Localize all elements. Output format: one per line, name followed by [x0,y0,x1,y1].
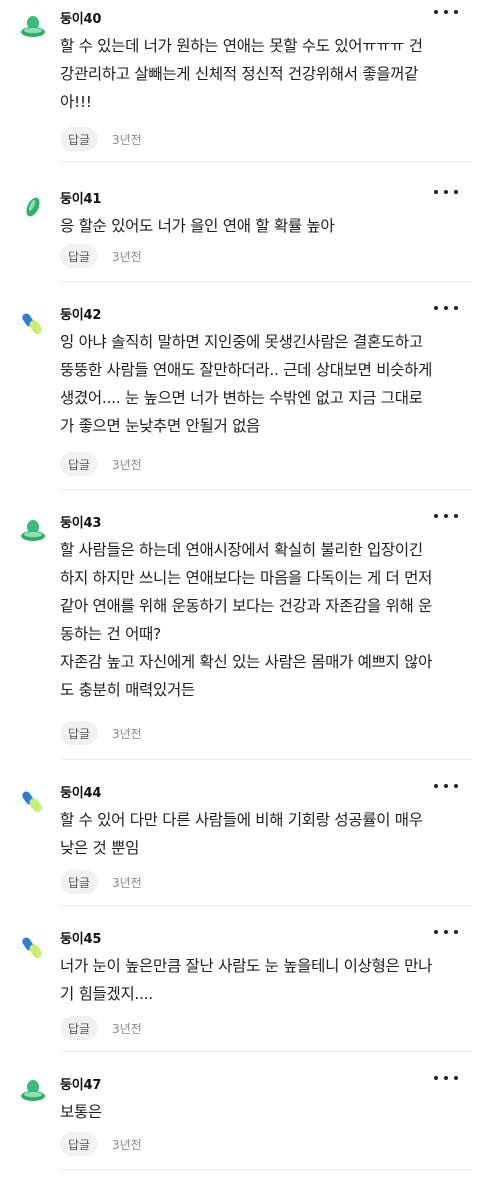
comment: 둥이41 응 할순 있어도 너가 을인 연애 할 확률 높아 답글 3년전 [0,170,480,282]
comment-list: 둥이40 할 수 있는데 너가 원하는 연애는 못할 수도 있어ㅠㅠㅠ 건 강관… [0,0,480,1181]
divider [60,281,472,282]
more-horizontal-icon [434,930,438,934]
comment-author: 둥이44 [60,786,102,801]
comment-meta: 답글 3년전 [60,452,142,476]
avatar[interactable] [18,10,48,40]
comment-meta: 답글 3년전 [60,721,142,745]
reply-button[interactable]: 답글 [60,452,98,476]
reply-button[interactable]: 답글 [60,244,98,268]
reply-button[interactable]: 답글 [60,1132,98,1156]
reply-button[interactable]: 답글 [60,721,98,745]
comment: 둥이44 할 수 있어 다만 다른 사람들에 비해 기회랑 성공률이 매우 낮은… [0,768,480,906]
comment-text-line: 낮은 것 뿐임 [60,839,140,857]
divider [60,489,472,490]
blue-lime-pills-icon [22,313,42,335]
comment-author: 둥이42 [60,308,102,323]
comment-text-line: 아!!! [60,93,92,111]
more-horizontal-icon [434,784,438,788]
comment-text-line: 가 좋으면 눈낮추면 안될거 없음 [60,417,260,435]
comment-author: 둥이47 [60,1078,102,1093]
comment-meta: 답글 3년전 [60,244,142,268]
more-horizontal-icon [434,306,438,310]
blue-lime-pills-icon [22,937,42,959]
more-options-button[interactable] [434,1070,458,1086]
more-options-button[interactable] [434,184,458,200]
divider [60,1051,472,1052]
comment: 둥이43 할 사람들은 하는데 연애시장에서 확실히 불리한 입장이긴 하지 하… [0,498,480,760]
comment-author: 둥이43 [60,516,102,531]
more-options-button[interactable] [434,300,458,316]
comment-meta: 답글 3년전 [60,127,142,151]
avatar[interactable] [18,308,48,338]
comment-text-line: 보통은 [60,1103,102,1121]
comment-text-line: 강관리하고 살빼는게 신체적 정신적 건강위해서 좋을꺼같 [60,65,419,83]
more-options-button[interactable] [434,924,458,940]
comment-text-line: 기 힘들겠지.... [60,985,153,1003]
green-saucer-icon [21,16,45,37]
comment-meta: 답글 3년전 [60,1132,142,1156]
comment-text-line: 응 할순 있어도 너가 을인 연애 할 확률 높아 [60,217,335,235]
divider [60,905,472,906]
comment-time: 3년전 [112,457,142,472]
comment-text-line: 생겼어.... 눈 높으면 너가 변하는 수밖엔 없고 지금 그대로 [60,389,423,407]
divider [60,161,472,162]
comment-body: 너가 눈이 높은만큼 잘난 사람도 눈 높을테니 이상형은 만나 기 힘들겠지.… [60,952,466,1008]
comment-time: 3년전 [112,249,142,264]
comment-time: 3년전 [112,132,142,147]
reply-button[interactable]: 답글 [60,1016,98,1040]
comment-text-line: 할 수 있는데 너가 원하는 연애는 못할 수도 있어ㅠㅠㅠ 건 [60,37,423,55]
more-options-button[interactable] [434,508,458,524]
comment-time: 3년전 [112,1021,142,1036]
comment: 둥이47 보통은 답글 3년전 [0,1060,480,1170]
comment-body: 잉 아냐 솔직히 말하면 지인중에 못생긴사람은 결혼도하고 뚱뚱한 사람들 연… [60,328,466,440]
more-horizontal-icon [434,190,438,194]
comment-body: 보통은 [60,1098,466,1126]
comment-text-line: 할 사람들은 하는데 연애시장에서 확실히 불리한 입장이긴 [60,541,423,559]
comment-body: 할 수 있어 다만 다른 사람들에 비해 기회랑 성공률이 매우 낮은 것 뿐임 [60,806,466,862]
green-saucer-icon [21,1080,45,1101]
comment-text-line: 잉 아냐 솔직히 말하면 지인중에 못생긴사람은 결혼도하고 [60,333,423,351]
comment-body: 할 사람들은 하는데 연애시장에서 확실히 불리한 입장이긴 하지 하지만 쓰니… [60,536,466,704]
comment: 둥이45 너가 눈이 높은만큼 잘난 사람도 눈 높을테니 이상형은 만나 기 … [0,914,480,1052]
divider [60,1169,472,1170]
more-horizontal-icon [434,514,438,518]
comment-text-line: 너가 눈이 높은만큼 잘난 사람도 눈 높을테니 이상형은 만나 [60,957,433,975]
avatar[interactable] [18,932,48,962]
comment: 둥이40 할 수 있는데 너가 원하는 연애는 못할 수도 있어ㅠㅠㅠ 건 강관… [0,0,480,162]
more-horizontal-icon [434,10,438,14]
reply-button[interactable]: 답글 [60,870,98,894]
comment-time: 3년전 [112,726,142,741]
comment: 둥이42 잉 아냐 솔직히 말하면 지인중에 못생긴사람은 결혼도하고 뚱뚱한 … [0,290,480,490]
divider [60,759,472,760]
comment-body: 할 수 있는데 너가 원하는 연애는 못할 수도 있어ㅠㅠㅠ 건 강관리하고 살… [60,32,466,116]
comment-text-line: 할 수 있어 다만 다른 사람들에 비해 기회랑 성공률이 매우 [60,811,423,829]
avatar[interactable] [18,514,48,544]
comment-text-line: 자존감 높고 자신에게 확신 있는 사람은 몸매가 예쁘지 않아 [60,653,433,671]
comment-time: 3년전 [112,875,142,890]
comment-text-line: 같아 연애를 위해 운동하기 보다는 건강과 자존감을 위해 운 [60,597,433,615]
comment-text-line: 뚱뚱한 사람들 연애도 잘만하더라.. 근데 상대보면 비슷하게 [60,361,433,379]
comment-meta: 답글 3년전 [60,1016,142,1040]
comment-author: 둥이40 [60,12,102,27]
green-saucer-icon [21,520,45,541]
blue-lime-pills-icon [22,791,42,813]
comment-author: 둥이41 [60,192,102,207]
more-options-button[interactable] [434,778,458,794]
more-horizontal-icon [434,1076,438,1080]
comment-meta: 답글 3년전 [60,870,142,894]
more-options-button[interactable] [434,4,458,20]
comment-text-line: 도 충분히 매력있거든 [60,681,195,699]
reply-button[interactable]: 답글 [60,127,98,151]
avatar[interactable] [18,192,48,222]
avatar[interactable] [18,1074,48,1104]
comment-time: 3년전 [112,1137,142,1152]
comment-text-line: 동하는 건 어때? [60,625,161,643]
comment-text-line: 하지 하지만 쓰니는 연애보다는 마음을 다독이는 게 더 먼저 [60,569,433,587]
avatar[interactable] [18,786,48,816]
green-leaf-icon [26,197,40,217]
comment-body: 응 할순 있어도 너가 을인 연애 할 확률 높아 [60,212,466,240]
comment-author: 둥이45 [60,932,102,947]
